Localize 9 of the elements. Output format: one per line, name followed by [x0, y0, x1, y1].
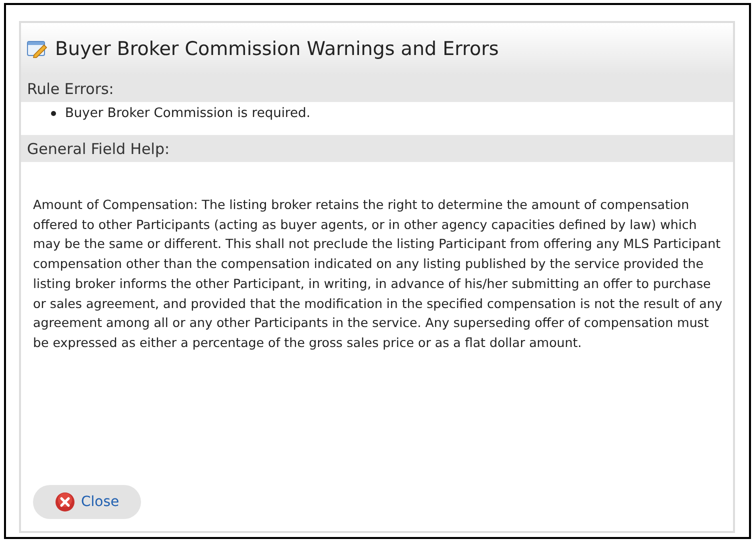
close-icon	[55, 492, 75, 512]
section-heading: General Field Help:	[27, 140, 170, 158]
dialog-title: Buyer Broker Commission Warnings and Errors	[55, 38, 499, 60]
close-button[interactable]: Close	[33, 485, 142, 519]
section-heading: Rule Errors:	[27, 80, 114, 98]
error-message: Buyer Broker Commission is required.	[65, 106, 310, 121]
bullet-icon	[51, 111, 56, 116]
help-text: Amount of Compensation: The listing broker retains the right to determine the amount of compensation offered to other Participants (acting as buyer agents, or in other agency capacities defined by law) which may be the same or different. This shall not preclude the listing Participant from offering any MLS Participant compensation other than the compensation indicated on any listing published by the service provided the listing broker informs the other Participant, in writing, in advance of his/her submitting an offer to purchase or sales agreement, and provided that the modification in the specified compensation is not the result of any agreement among all or any other Participants in the service. Any superseding offer of compensation must be expressed as either a percentage of the gross sales price or as a flat dollar amount.	[32, 196, 724, 352]
edit-icon	[27, 40, 47, 58]
